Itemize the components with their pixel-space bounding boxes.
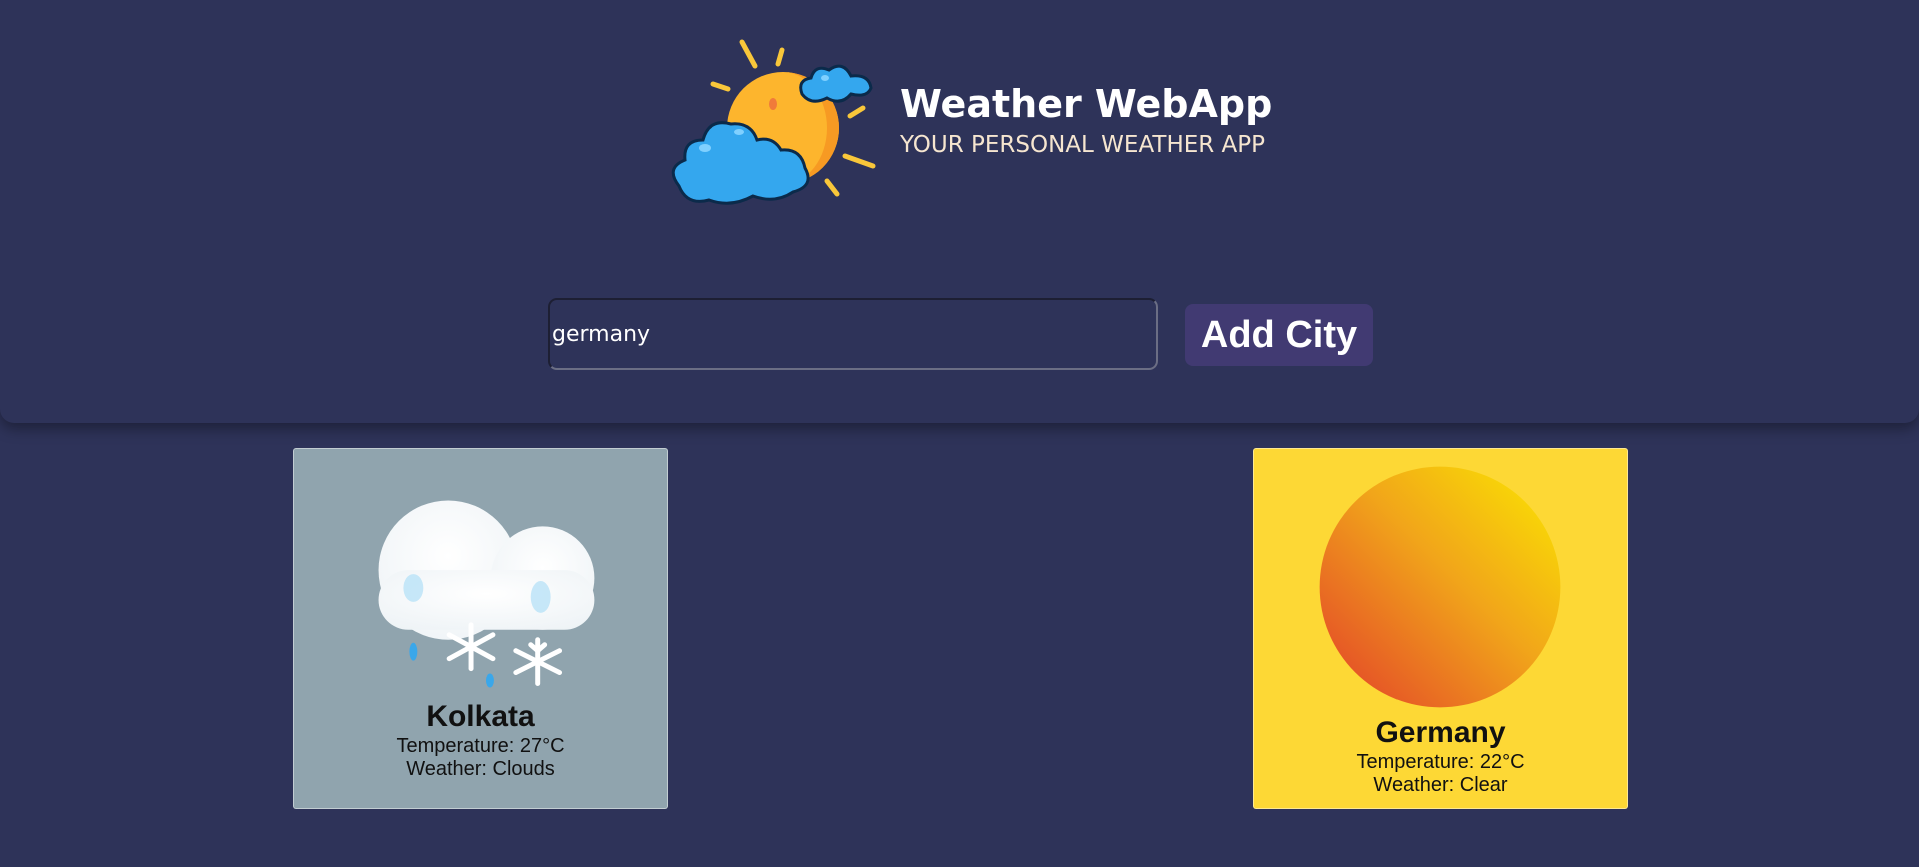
weather-text: Weather: Clouds bbox=[406, 758, 555, 780]
city-name: Germany bbox=[1375, 716, 1506, 749]
weather-card-germany: Germany Temperature: 22°C Weather: Clear bbox=[1253, 448, 1628, 809]
cloud-snow-icon bbox=[378, 500, 595, 688]
sun-with-clouds-icon bbox=[671, 39, 876, 205]
weather-card-kolkata: Kolkata Temperature: 27°C Weather: Cloud… bbox=[293, 448, 668, 809]
temperature-text: Temperature: 27°C bbox=[396, 735, 565, 757]
app-header: Weather WebApp YOUR PERSONAL WEATHER APP… bbox=[0, 0, 1919, 423]
temperature-text: Temperature: 22°C bbox=[1356, 751, 1525, 773]
weather-text: Weather: Clear bbox=[1373, 774, 1508, 796]
app-subtitle: YOUR PERSONAL WEATHER APP bbox=[900, 132, 1266, 158]
app-title: Weather WebApp bbox=[900, 82, 1273, 126]
sun-icon bbox=[1319, 466, 1561, 708]
city-name: Kolkata bbox=[426, 700, 535, 733]
city-input[interactable] bbox=[548, 298, 1158, 370]
add-city-button[interactable]: Add City bbox=[1185, 304, 1373, 366]
